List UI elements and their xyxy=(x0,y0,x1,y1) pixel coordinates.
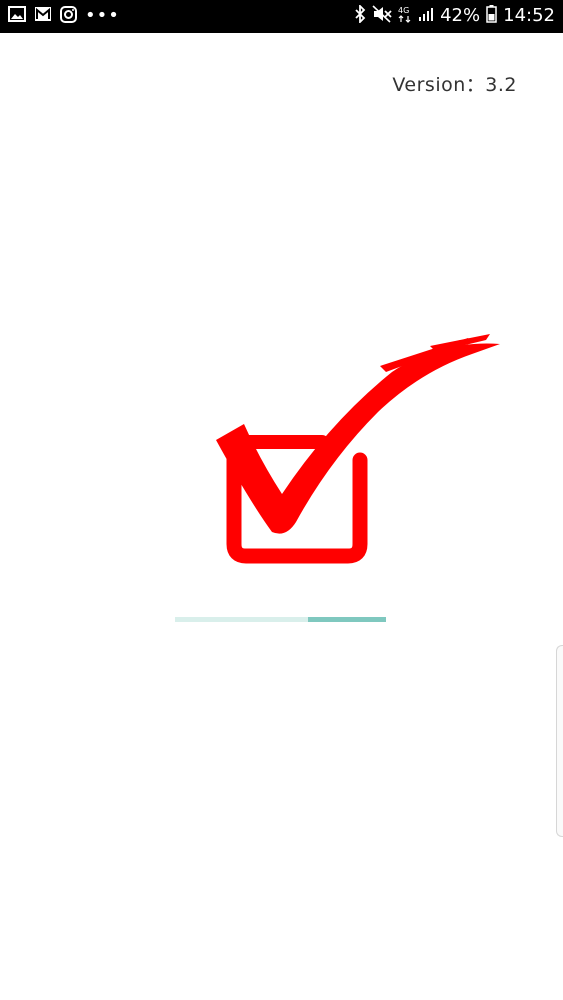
status-bar: ••• 4G 42% 14:52 xyxy=(0,0,563,33)
instagram-icon xyxy=(60,5,77,27)
bluetooth-icon xyxy=(354,3,366,27)
edge-panel-handle[interactable] xyxy=(556,645,563,837)
app-logo xyxy=(210,332,510,564)
status-bar-left: ••• xyxy=(8,5,120,27)
battery-percent: 42% xyxy=(440,5,481,26)
svg-text:4G: 4G xyxy=(398,6,409,15)
version-label: Version：3.2 xyxy=(392,74,517,96)
network-4g-icon: 4G xyxy=(398,5,412,27)
status-bar-right: 4G 42% 14:52 xyxy=(354,3,555,27)
more-notifications-icon: ••• xyxy=(85,5,120,26)
signal-icon xyxy=(418,6,434,26)
progress-fill xyxy=(307,617,386,622)
clock: 14:52 xyxy=(503,5,555,26)
mute-icon xyxy=(372,5,392,27)
battery-icon xyxy=(486,5,497,27)
gallery-icon xyxy=(8,6,26,26)
mail-icon xyxy=(34,6,52,26)
checkbox-checkmark-icon xyxy=(216,334,500,564)
loading-progress-bar xyxy=(175,617,386,622)
